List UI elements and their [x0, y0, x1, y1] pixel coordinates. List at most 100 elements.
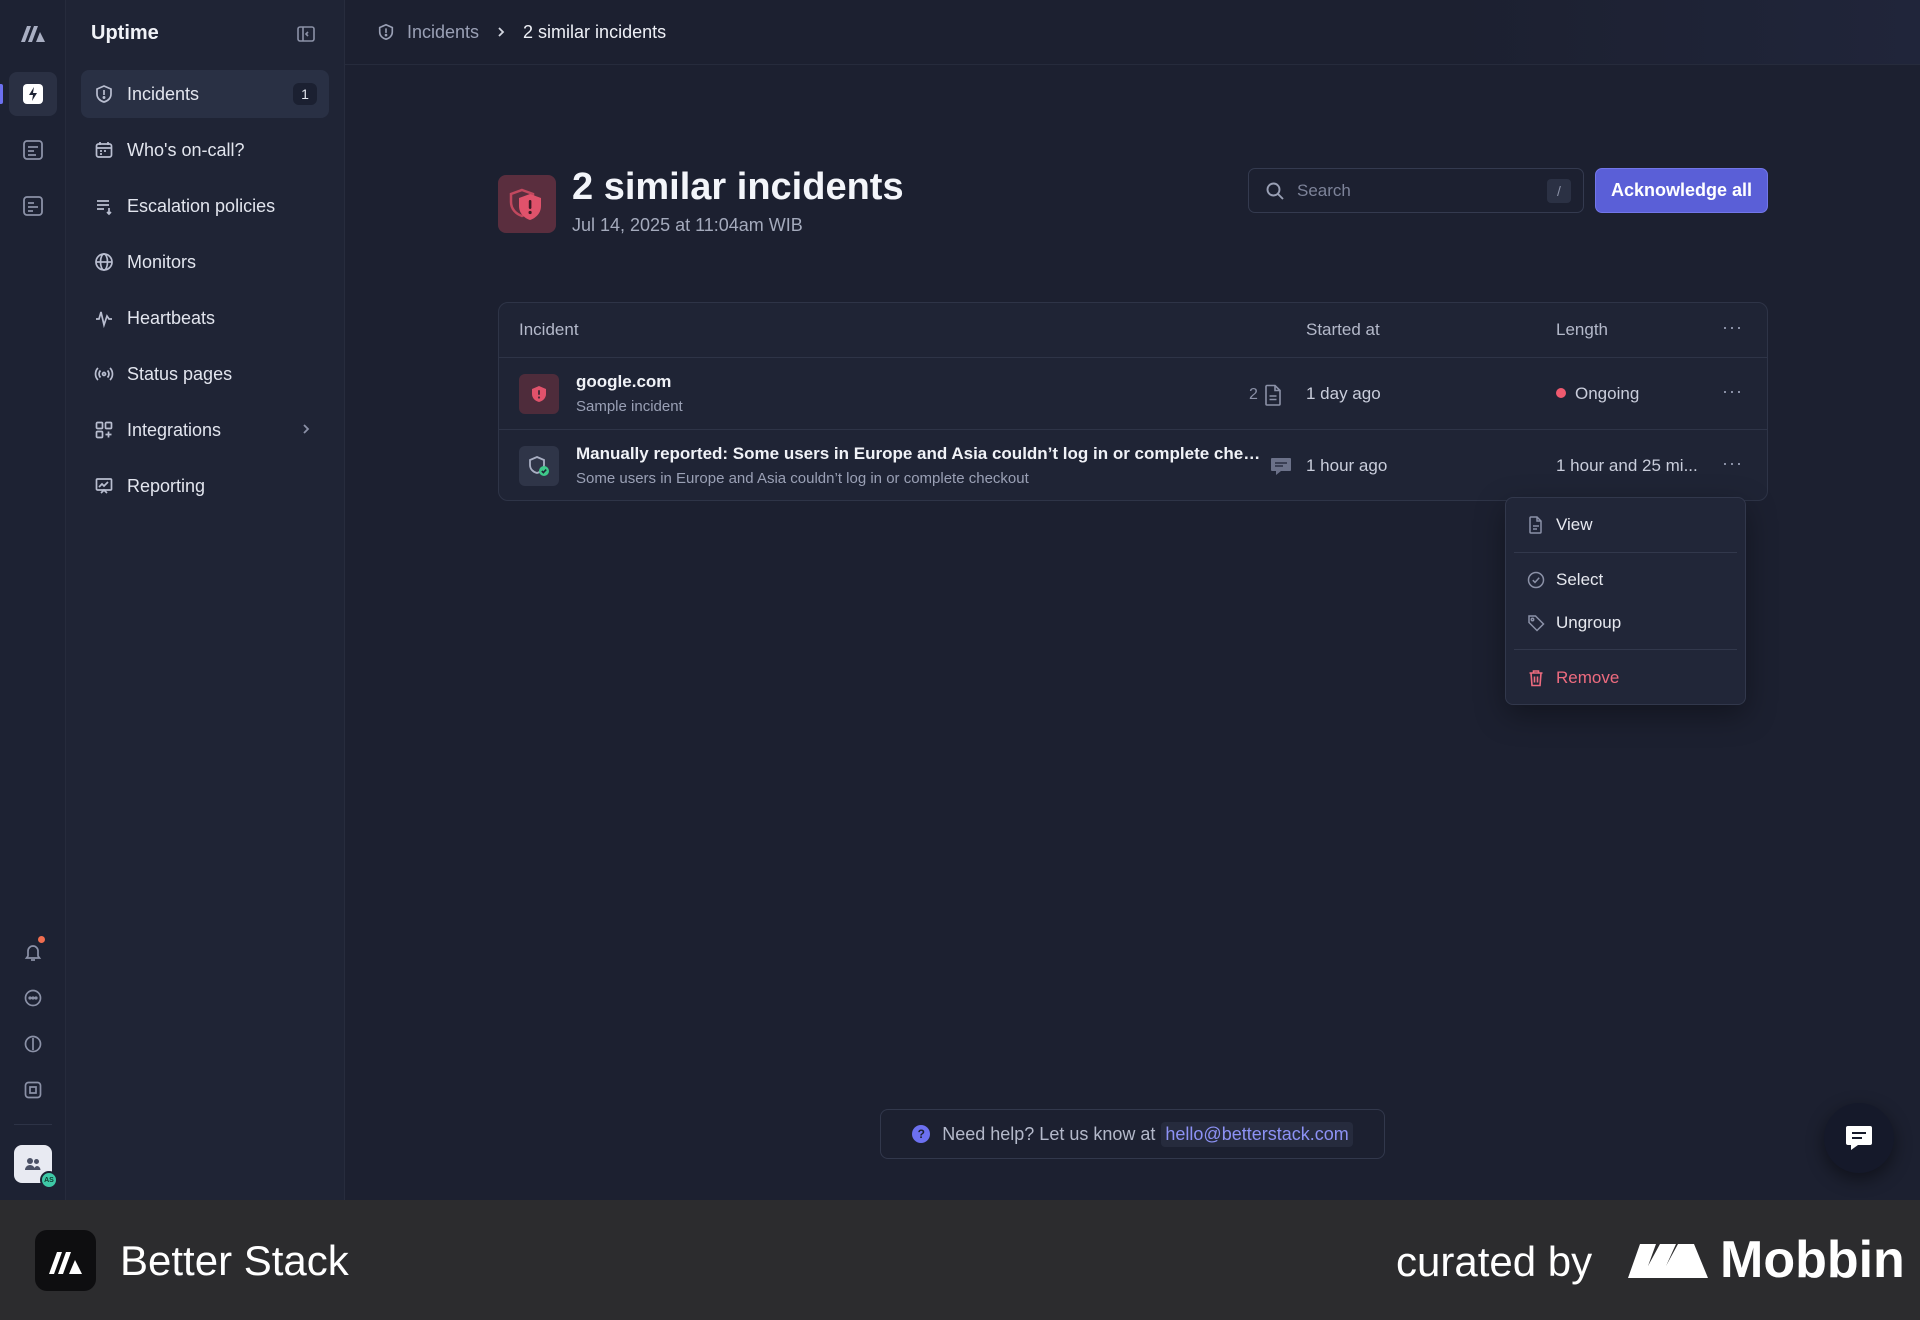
- row-context-menu: View Select Ungroup Remove: [1505, 497, 1746, 705]
- sidebar-item-reporting[interactable]: Reporting: [81, 462, 329, 510]
- rail-active-indicator: [0, 84, 3, 104]
- table-header: Incident Started at Length ···: [499, 303, 1767, 358]
- chat-support-button[interactable]: [1824, 1103, 1894, 1173]
- length-value: Ongoing: [1575, 384, 1640, 403]
- dashboards-icon[interactable]: [9, 184, 57, 228]
- app-logo-icon[interactable]: [19, 20, 47, 44]
- length-value: 1 hour and 25 mi...: [1556, 456, 1698, 475]
- incident-subtitle: Sample incident: [576, 398, 683, 415]
- shield-alert-icon: [93, 83, 115, 105]
- menu-divider: [1514, 649, 1737, 650]
- menu-item-remove[interactable]: Remove: [1506, 658, 1745, 698]
- footer-brand: Better Stack: [120, 1237, 349, 1284]
- list-arrow-icon: [93, 195, 115, 217]
- sidebar-item-label: Status pages: [127, 363, 233, 384]
- started-at: 1 day ago: [1306, 384, 1381, 403]
- topbar: Incidents 2 similar incidents: [345, 0, 1920, 65]
- comment-icon: [1269, 456, 1293, 478]
- help-email-link[interactable]: hello@betterstack.com: [1161, 1121, 1353, 1147]
- sidebar-item-label: Incidents: [127, 83, 200, 104]
- sidebar-item-monitors[interactable]: Monitors: [81, 238, 329, 286]
- globe-icon: [93, 251, 115, 273]
- acknowledge-all-button[interactable]: Acknowledge all: [1595, 168, 1768, 213]
- sidebar-item-on-call[interactable]: Who's on-call?: [81, 126, 329, 174]
- incidents-table: Incident Started at Length ··· google.co…: [498, 302, 1768, 501]
- mobbin-logo-icon: [1626, 1238, 1710, 1280]
- sidebar-item-incidents[interactable]: Incidents 1: [81, 70, 329, 118]
- column-length[interactable]: Length: [1556, 320, 1608, 340]
- shield-alert-icon: [519, 374, 559, 414]
- footer-curator: Mobbin: [1720, 1231, 1905, 1289]
- search-placeholder: Search: [1297, 180, 1351, 200]
- menu-divider: [1514, 552, 1737, 553]
- icon-rail: AS: [0, 0, 66, 1200]
- command-icon[interactable]: [9, 1068, 57, 1112]
- table-row[interactable]: google.com Sample incident 2 1 day ago O…: [499, 358, 1767, 430]
- menu-item-label: Remove: [1556, 668, 1620, 687]
- user-initials-badge: AS: [40, 1171, 58, 1189]
- sidebar-item-status-pages[interactable]: Status pages: [81, 350, 329, 398]
- notifications-bell-icon[interactable]: [9, 930, 57, 974]
- sidebar: Uptime Incidents 1 Who's on-call? Escala…: [66, 0, 345, 1200]
- sidebar-item-label: Heartbeats: [127, 307, 216, 328]
- shield-check-icon: [519, 446, 559, 486]
- collapse-sidebar-icon[interactable]: [296, 24, 316, 44]
- incident-count-badge: 1: [293, 83, 317, 105]
- theme-toggle-icon[interactable]: [9, 1022, 57, 1066]
- related-count: 2: [1249, 384, 1282, 406]
- footer-banner: Better Stack curated by Mobbin: [0, 1200, 1920, 1320]
- rail-divider: [14, 1124, 52, 1125]
- column-started-at[interactable]: Started at: [1306, 320, 1380, 340]
- search-input[interactable]: Search /: [1248, 168, 1584, 213]
- started-at: 1 hour ago: [1306, 456, 1388, 475]
- incident-title[interactable]: google.com: [576, 372, 671, 392]
- page-title: 2 similar incidents: [572, 166, 904, 208]
- shield-icon: [377, 23, 395, 41]
- menu-item-select[interactable]: Select: [1506, 560, 1745, 600]
- menu-item-label: Ungroup: [1556, 613, 1622, 632]
- row-menu-icon[interactable]: ···: [1722, 453, 1743, 474]
- file-icon: [1526, 515, 1546, 535]
- team-avatar[interactable]: AS: [14, 1145, 58, 1189]
- sidebar-item-label: Escalation policies: [127, 195, 276, 216]
- length-status: Ongoing: [1556, 384, 1639, 404]
- trash-icon: [1526, 668, 1546, 688]
- related-count-value: 2: [1249, 386, 1258, 403]
- sidebar-nav: Incidents 1 Who's on-call? Escalation po…: [81, 70, 329, 518]
- table-row[interactable]: Manually reported: Some users in Europe …: [499, 430, 1767, 500]
- page-subtitle: Jul 14, 2025 at 11:04am WIB: [572, 215, 803, 235]
- breadcrumb-incidents-link[interactable]: Incidents: [407, 22, 479, 43]
- chat-bubble-icon: [1846, 1126, 1872, 1150]
- help-banner: ? Need help? Let us know at hello@better…: [880, 1109, 1385, 1159]
- check-circle-icon: [1526, 570, 1546, 590]
- chat-icon[interactable]: [9, 976, 57, 1020]
- incident-title[interactable]: Manually reported: Some users in Europe …: [576, 444, 1260, 464]
- tag-icon: [1526, 613, 1546, 633]
- menu-item-label: Select: [1556, 570, 1604, 589]
- logs-icon[interactable]: [9, 128, 57, 172]
- ongoing-dot: [1556, 388, 1566, 398]
- sidebar-item-label: Monitors: [127, 251, 197, 272]
- incident-group-icon: [498, 175, 556, 233]
- uptime-bolt-icon[interactable]: [9, 72, 57, 116]
- chart-board-icon: [93, 475, 115, 497]
- chevron-right-icon: [299, 422, 313, 436]
- sidebar-item-label: Who's on-call?: [127, 139, 245, 160]
- document-icon: [1264, 384, 1282, 406]
- table-options-icon[interactable]: ···: [1722, 317, 1743, 338]
- menu-item-ungroup[interactable]: Ungroup: [1506, 603, 1745, 643]
- column-incident[interactable]: Incident: [519, 320, 579, 340]
- menu-item-view[interactable]: View: [1506, 505, 1745, 545]
- app-title: Uptime: [91, 22, 159, 44]
- sidebar-item-integrations[interactable]: Integrations: [81, 406, 329, 454]
- sidebar-item-label: Integrations: [127, 419, 222, 440]
- footer-curated-text: curated by: [1396, 1238, 1593, 1285]
- breadcrumb-current: 2 similar incidents: [523, 21, 667, 42]
- sidebar-item-heartbeats[interactable]: Heartbeats: [81, 294, 329, 342]
- help-question-icon: ?: [912, 1125, 931, 1143]
- pulse-icon: [93, 307, 115, 329]
- sidebar-item-escalation-policies[interactable]: Escalation policies: [81, 182, 329, 230]
- row-menu-icon[interactable]: ···: [1722, 381, 1743, 402]
- incident-subtitle: Some users in Europe and Asia couldn’t l…: [576, 470, 1029, 487]
- search-icon: [1265, 181, 1285, 201]
